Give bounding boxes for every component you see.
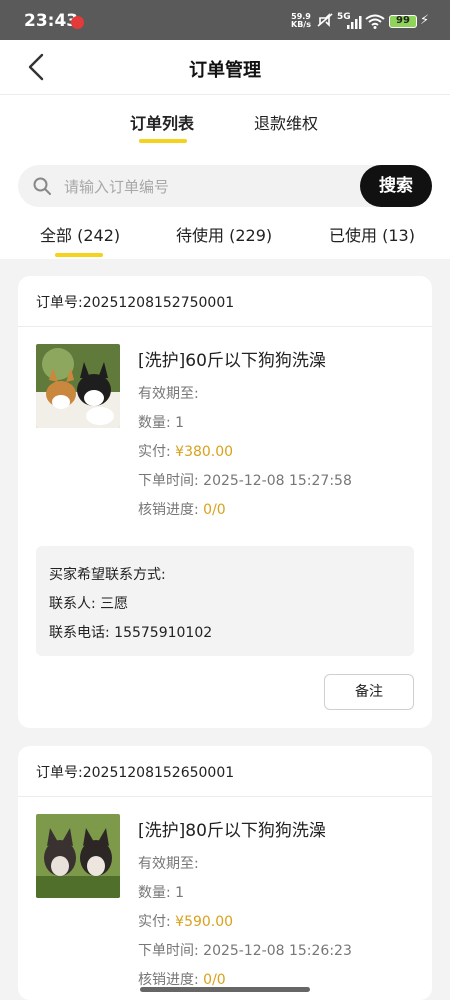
valid-until: 有效期至:: [138, 386, 199, 402]
status-time: 23:43: [24, 11, 79, 31]
filter-all[interactable]: 全部 (242): [40, 222, 120, 246]
filter-pending[interactable]: 待使用 (229): [176, 222, 272, 246]
active-tab-indicator: [139, 139, 187, 143]
product-name: [洗护]80斤以下狗狗洗澡: [138, 821, 326, 841]
active-filter-indicator: [55, 253, 103, 257]
tab-refunds[interactable]: 退款维权: [254, 110, 318, 134]
tab-order-list[interactable]: 订单列表: [130, 110, 194, 134]
order-card[interactable]: 订单号:20251208152750001 [洗护]60斤以下狗狗洗澡 有效期至…: [18, 276, 432, 728]
search-input[interactable]: 请输入订单编号: [64, 176, 169, 197]
wifi-icon: [365, 14, 385, 29]
progress-value: 0/0: [203, 502, 226, 518]
price-value: ¥380.00: [175, 444, 234, 460]
quantity: 数量: 1: [138, 415, 185, 431]
redemption-progress: 核销进度: 0/0: [138, 502, 226, 518]
search-bar: 请输入订单编号 搜索: [18, 165, 432, 207]
paid-amount: 实付: ¥590.00: [138, 914, 234, 930]
progress-value: 0/0: [203, 972, 226, 988]
contact-phone[interactable]: 联系电话: 15575910102: [49, 622, 212, 642]
product-image: [36, 344, 120, 428]
search-button[interactable]: 搜索: [360, 165, 432, 207]
divider: [18, 796, 432, 797]
signal-icon: [347, 16, 362, 29]
price-value: ¥590.00: [175, 914, 234, 930]
order-number: 订单号:20251208152650001: [36, 765, 235, 781]
search-section: 请输入订单编号 搜索 全部 (242) 待使用 (229) 已使用 (13): [0, 147, 450, 259]
search-icon: [33, 177, 51, 195]
order-number: 订单号:20251208152750001: [36, 295, 235, 311]
contact-name: 联系人: 三愿: [49, 596, 129, 612]
page-title: 订单管理: [189, 60, 261, 81]
home-indicator[interactable]: [140, 987, 310, 992]
order-card[interactable]: 订单号:20251208152650001 [洗护]80斤以下狗狗洗澡 有效期至…: [18, 746, 432, 1000]
order-time: 下单时间: 2025-12-08 15:27:58: [138, 473, 352, 489]
status-bar: 23:43 59.9 KB/s 5G 99 ⚡: [0, 0, 450, 40]
redemption-progress: 核销进度: 0/0: [138, 972, 226, 988]
buyer-contact-box: 买家希望联系方式: 联系人: 三愿 联系电话: 15575910102: [36, 546, 414, 656]
product-image: [36, 814, 120, 898]
note-button[interactable]: 备注: [324, 674, 414, 710]
paid-amount: 实付: ¥380.00: [138, 444, 234, 460]
battery-icon: 99: [389, 15, 417, 28]
mute-icon: [317, 13, 333, 27]
product-name: [洗护]60斤以下狗狗洗澡: [138, 351, 326, 371]
contact-header: 买家希望联系方式:: [49, 567, 166, 583]
recording-indicator-icon: [71, 16, 84, 29]
quantity: 数量: 1: [138, 885, 185, 901]
order-time: 下单时间: 2025-12-08 15:26:23: [138, 943, 352, 959]
nav-bar: 订单管理: [0, 40, 450, 95]
network-speed: 59.9 KB/s: [291, 12, 311, 29]
tab-bar: 订单列表 退款维权: [0, 95, 450, 147]
charging-icon: ⚡: [420, 13, 430, 28]
valid-until: 有效期至:: [138, 856, 199, 872]
divider: [18, 326, 432, 327]
filter-used[interactable]: 已使用 (13): [329, 222, 415, 246]
